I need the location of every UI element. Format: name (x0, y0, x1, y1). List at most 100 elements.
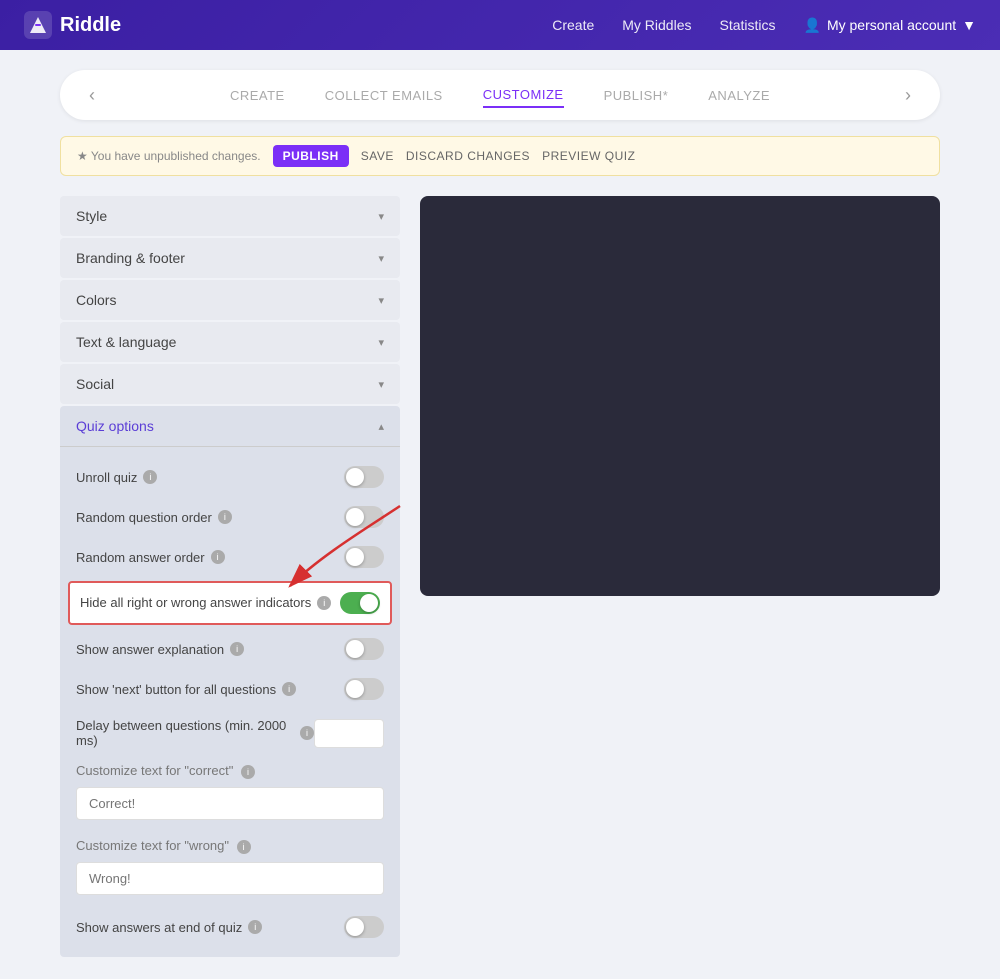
account-icon: 👤 (804, 17, 821, 34)
quiz-options-body: Unroll quiz i Random question order i (60, 447, 400, 957)
random-answer-toggle[interactable] (344, 546, 384, 568)
random-answer-row: Random answer order i (60, 537, 400, 577)
logo[interactable]: Riddle (24, 11, 121, 39)
toggle-thumb-on (360, 594, 378, 612)
sidebar-section-quiz-options-header[interactable]: Quiz options ▴ (60, 406, 400, 447)
delay-input[interactable]: 2000 (314, 719, 384, 748)
show-explanation-row: Show answer explanation i (60, 629, 400, 669)
account-menu[interactable]: 👤 My personal account ▼ (804, 17, 976, 34)
show-next-row: Show 'next' button for all questions i (60, 669, 400, 709)
unroll-quiz-text: Unroll quiz (76, 470, 137, 485)
random-question-label: Random question order i (76, 510, 232, 525)
content-area: Style ▾ Branding & footer ▾ Colors ▾ (60, 196, 940, 959)
delay-label: Delay between questions (min. 2000 ms) i (76, 718, 314, 748)
chevron-down-icon: ▾ (378, 378, 384, 391)
wrong-label-text: Customize text for "wrong" (76, 838, 229, 853)
hide-indicators-info-icon[interactable]: i (317, 596, 331, 610)
random-answer-label: Random answer order i (76, 550, 225, 565)
show-next-text: Show 'next' button for all questions (76, 682, 276, 697)
tab-create[interactable]: CREATE (230, 84, 285, 107)
chevron-down-icon: ▾ (378, 210, 384, 223)
sidebar-section-text: Text & language ▾ (60, 322, 400, 362)
sidebar-colors-label: Colors (76, 292, 116, 308)
toggle-thumb (346, 918, 364, 936)
correct-input-row (60, 781, 400, 826)
toggle-thumb (346, 680, 364, 698)
account-label: My personal account (827, 17, 956, 33)
publish-button[interactable]: PUBLISH (273, 145, 349, 167)
wrong-text-input[interactable] (76, 862, 384, 895)
tab-collect-emails[interactable]: COLLECT EMAILS (325, 84, 443, 107)
sidebar-section-style: Style ▾ (60, 196, 400, 236)
unroll-quiz-toggle[interactable] (344, 466, 384, 488)
chevron-down-icon: ▾ (378, 252, 384, 265)
hide-indicators-label: Hide all right or wrong answer indicator… (80, 594, 331, 612)
sidebar-section-quiz-options: Quiz options ▴ Unroll quiz i (60, 406, 400, 957)
correct-label: Customize text for "correct" i (60, 757, 400, 781)
show-next-info-icon[interactable]: i (282, 682, 296, 696)
show-explanation-info-icon[interactable]: i (230, 642, 244, 656)
nav-my-riddles[interactable]: My Riddles (622, 17, 691, 33)
chevron-up-icon: ▴ (378, 420, 384, 433)
show-explanation-label: Show answer explanation i (76, 642, 244, 657)
wrong-input-row (60, 856, 400, 901)
random-question-info-icon[interactable]: i (218, 510, 232, 524)
delay-row: Delay between questions (min. 2000 ms) i… (60, 709, 400, 757)
show-next-toggle[interactable] (344, 678, 384, 700)
sidebar-section-colors: Colors ▾ (60, 280, 400, 320)
correct-text-input[interactable] (76, 787, 384, 820)
sidebar-branding-label: Branding & footer (76, 250, 185, 266)
step-bar: ‹ CREATE COLLECT EMAILS CUSTOMIZE PUBLIS… (60, 70, 940, 120)
nav-create[interactable]: Create (552, 17, 594, 33)
chevron-down-icon: ▾ (378, 336, 384, 349)
top-navigation: Riddle Create My Riddles Statistics 👤 My… (0, 0, 1000, 50)
sidebar-section-style-header[interactable]: Style ▾ (60, 196, 400, 236)
unpublished-message: ★ You have unpublished changes. (77, 149, 261, 163)
unroll-quiz-row: Unroll quiz i (60, 457, 400, 497)
account-chevron-icon: ▼ (962, 17, 976, 33)
show-explanation-toggle[interactable] (344, 638, 384, 660)
show-answers-end-label: Show answers at end of quiz i (76, 920, 262, 935)
show-answers-end-row: Show answers at end of quiz i (60, 907, 400, 947)
wrong-info-icon[interactable]: i (237, 840, 251, 854)
sidebar-section-social: Social ▾ (60, 364, 400, 404)
step-forward-button[interactable]: › (896, 85, 920, 106)
show-answers-end-info-icon[interactable]: i (248, 920, 262, 934)
sidebar-section-branding: Branding & footer ▾ (60, 238, 400, 278)
nav-statistics[interactable]: Statistics (720, 17, 776, 33)
show-answers-end-text: Show answers at end of quiz (76, 920, 242, 935)
unroll-quiz-info-icon[interactable]: i (143, 470, 157, 484)
random-question-text: Random question order (76, 510, 212, 525)
sidebar-section-branding-header[interactable]: Branding & footer ▾ (60, 238, 400, 278)
save-button[interactable]: SAVE (361, 149, 394, 163)
sidebar-section-social-header[interactable]: Social ▾ (60, 364, 400, 404)
random-answer-info-icon[interactable]: i (211, 550, 225, 564)
preview-quiz-button[interactable]: PREVIEW QUIZ (542, 149, 635, 163)
action-bar: ★ You have unpublished changes. PUBLISH … (60, 136, 940, 176)
random-question-row: Random question order i (60, 497, 400, 537)
toggle-thumb (346, 548, 364, 566)
show-answers-end-toggle[interactable] (344, 916, 384, 938)
show-next-label: Show 'next' button for all questions i (76, 682, 296, 697)
correct-info-icon[interactable]: i (241, 765, 255, 779)
random-question-toggle[interactable] (344, 506, 384, 528)
sidebar-section-text-header[interactable]: Text & language ▾ (60, 322, 400, 362)
logo-icon (24, 11, 52, 39)
delay-info-icon[interactable]: i (300, 726, 314, 740)
tab-publish[interactable]: PUBLISH* (604, 84, 669, 107)
toggle-thumb (346, 508, 364, 526)
toggle-thumb (346, 468, 364, 486)
sidebar-text-label: Text & language (76, 334, 176, 350)
hide-indicators-text: Hide all right or wrong answer indicator… (80, 594, 311, 612)
main-content: ‹ CREATE COLLECT EMAILS CUSTOMIZE PUBLIS… (0, 50, 1000, 979)
sidebar-section-colors-header[interactable]: Colors ▾ (60, 280, 400, 320)
random-answer-text: Random answer order (76, 550, 205, 565)
wrong-label: Customize text for "wrong" i (60, 832, 400, 856)
step-back-button[interactable]: ‹ (80, 85, 104, 106)
sidebar: Style ▾ Branding & footer ▾ Colors ▾ (60, 196, 400, 959)
hide-indicators-toggle[interactable] (340, 592, 380, 614)
tab-customize[interactable]: CUSTOMIZE (483, 83, 564, 108)
sidebar-social-label: Social (76, 376, 114, 392)
tab-analyze[interactable]: ANALYZE (708, 84, 770, 107)
discard-button[interactable]: DISCARD CHANGES (406, 149, 530, 163)
